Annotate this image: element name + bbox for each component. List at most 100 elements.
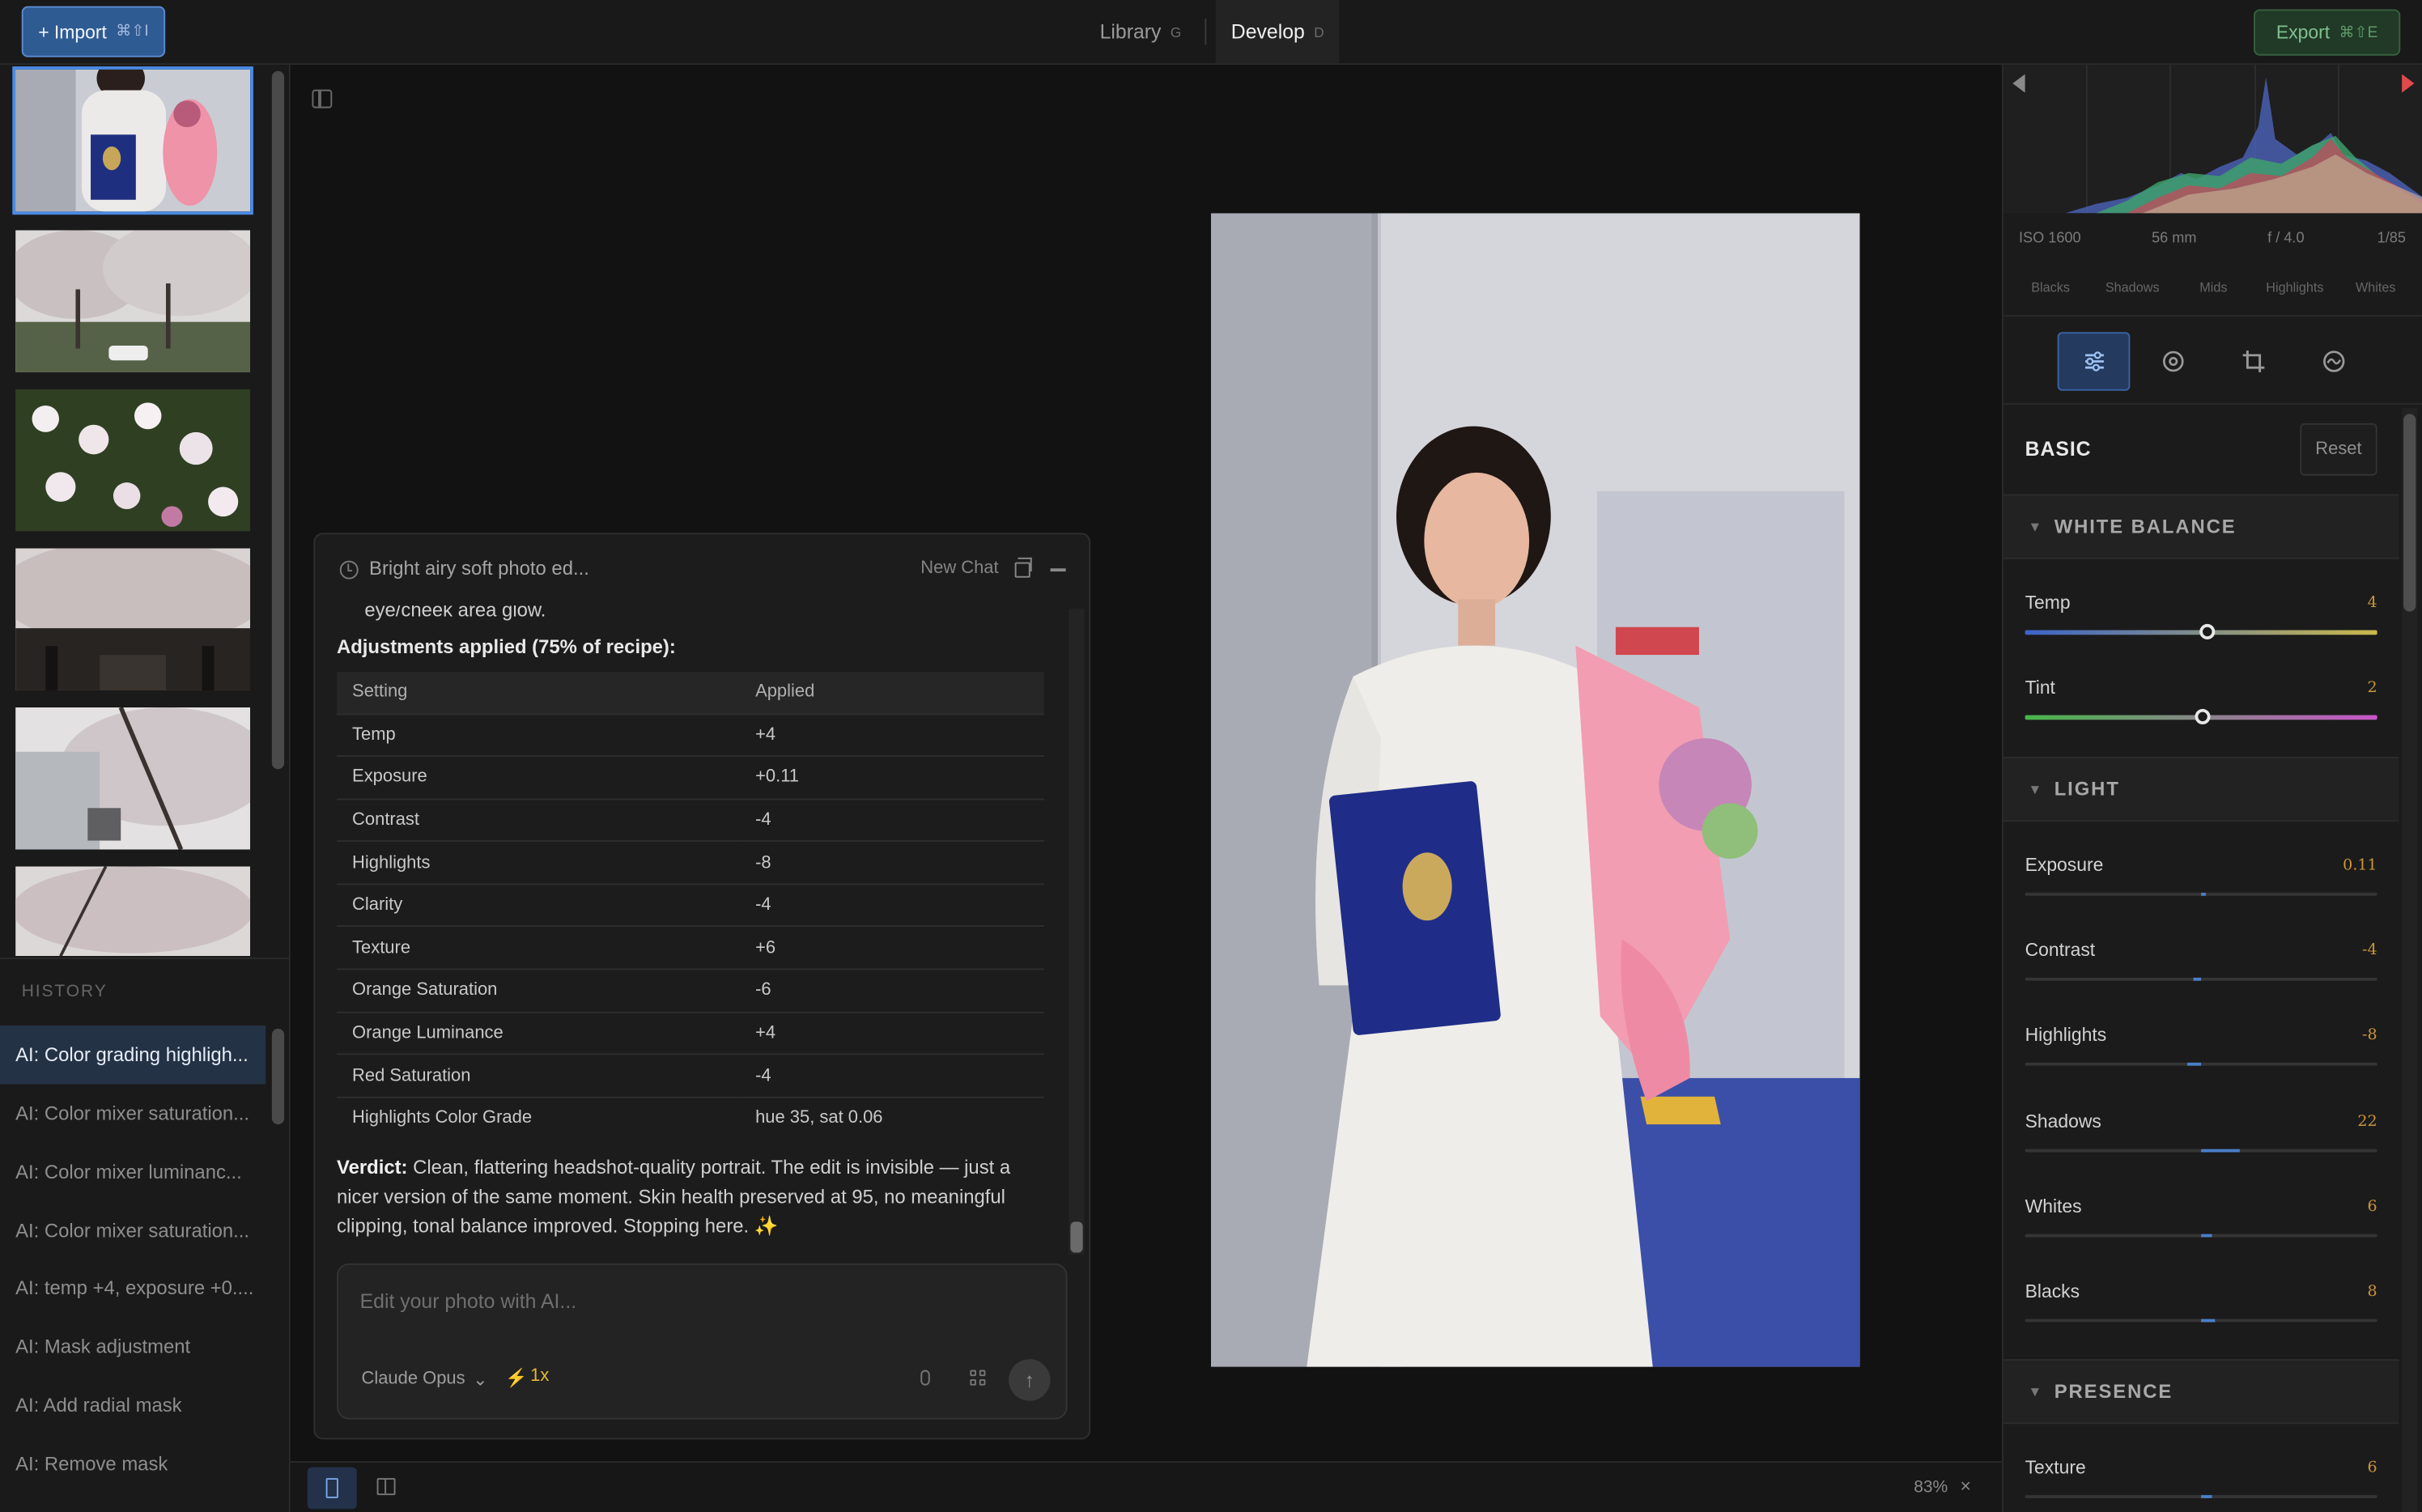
popout-icon[interactable]: [1014, 557, 1032, 578]
crop-tab[interactable]: [2216, 332, 2289, 391]
tint-slider[interactable]: Tint 2: [2025, 677, 2377, 762]
slider-value[interactable]: 22: [2357, 1114, 2377, 1131]
adjustments-scrollbar[interactable]: [2402, 407, 2418, 1512]
presence-section-header[interactable]: ▼ PRESENCE: [2003, 1359, 2399, 1425]
attachment-icon[interactable]: [920, 1370, 930, 1386]
slider-fill: [2201, 1234, 2212, 1238]
texture-slider[interactable]: Texture 6: [2025, 1456, 2377, 1512]
history-clock-icon[interactable]: [339, 560, 359, 580]
sidebar-toggle-icon[interactable]: [312, 89, 333, 108]
minimize-icon[interactable]: [1050, 568, 1066, 571]
slider-handle[interactable]: [2195, 708, 2212, 724]
close-icon[interactable]: ×: [1960, 1475, 1970, 1497]
single-view-button[interactable]: [307, 1467, 357, 1510]
model-selector[interactable]: Claude Opus ⌄: [362, 1369, 488, 1391]
temp-slider[interactable]: Temp 4: [2025, 592, 2377, 677]
history-item[interactable]: AI: Color mixer saturation...: [0, 1202, 266, 1261]
slider-value[interactable]: -8: [2362, 1027, 2377, 1044]
slider-fill: [2201, 1149, 2240, 1153]
history-item[interactable]: AI: temp +4, exposure +0....: [0, 1259, 266, 1318]
export-button[interactable]: Export ⌘⇧E: [2254, 9, 2401, 56]
speed-toggle[interactable]: ⚡ 1x: [505, 1367, 549, 1389]
column-header: Setting: [336, 672, 741, 714]
slider-value[interactable]: -4: [2362, 942, 2377, 959]
filmstrip-thumb[interactable]: [12, 66, 253, 215]
contrast-slider[interactable]: Contrast -4: [2025, 939, 2377, 1024]
tab-develop[interactable]: Develop D: [1215, 0, 1340, 64]
history-item[interactable]: AI: Color grading highligh...: [0, 1026, 266, 1085]
table-row: Highlights Color Grade hue 35, sat 0.06: [336, 1096, 1044, 1140]
slider-label: Highlights: [2025, 1024, 2107, 1046]
slider-value[interactable]: 2: [2367, 680, 2377, 697]
filmstrip-thumb[interactable]: [12, 864, 253, 959]
filmstrip-thumb[interactable]: [12, 386, 253, 534]
tonal-label: Highlights: [2266, 279, 2324, 295]
chat-title[interactable]: Bright airy soft photo ed...: [369, 558, 589, 580]
light-section-header[interactable]: ▼ LIGHT: [2003, 756, 2399, 822]
history-item[interactable]: AI: Color mixer saturation...: [0, 1085, 266, 1144]
tool-tabs: [2003, 315, 2422, 405]
main-photo[interactable]: [1210, 213, 1860, 1367]
tonal-label: Shadows: [2105, 279, 2160, 295]
slider-value[interactable]: 6: [2367, 1199, 2377, 1216]
adjustments-scroll-thumb[interactable]: [2403, 414, 2416, 612]
chat-input[interactable]: [359, 1289, 1025, 1313]
white-balance-section-header[interactable]: ▼ WHITE BALANCE: [2003, 494, 2399, 559]
message-text: eye/cheek area glow.: [364, 605, 546, 622]
history-item[interactable]: AI: Add radial mask: [0, 1376, 266, 1435]
applied-cell: -8: [740, 840, 1044, 885]
exif-info: ISO 1600 56 mm f / 4.0 1/85: [2003, 230, 2422, 252]
whites-slider[interactable]: Whites 6: [2025, 1196, 2377, 1281]
slider-handle[interactable]: [2199, 623, 2215, 639]
slider-fill: [2201, 1319, 2216, 1323]
verdict-label: Verdict:: [336, 1157, 408, 1179]
adjustments-heading: Adjustments applied (75% of recipe):: [336, 636, 676, 658]
setting-cell: Contrast: [336, 797, 741, 842]
app-window: + Import ⌘⇧I Library G Develop D Export …: [0, 0, 2422, 1512]
shadows-slider[interactable]: Shadows 22: [2025, 1111, 2377, 1196]
slider-value[interactable]: 0.11: [2343, 857, 2377, 874]
blacks-slider[interactable]: Blacks 8: [2025, 1281, 2377, 1365]
filmstrip-thumb[interactable]: [12, 704, 253, 852]
lightning-icon: ⚡: [504, 1370, 528, 1389]
slider-value[interactable]: 8: [2367, 1284, 2377, 1301]
filmstrip-thumb[interactable]: [12, 546, 253, 694]
compare-view-button[interactable]: [376, 1478, 396, 1496]
reset-button[interactable]: Reset: [2300, 423, 2377, 476]
tonal-label: Mids: [2199, 279, 2228, 295]
table-row: Contrast -4: [336, 797, 1044, 842]
new-chat-button[interactable]: New Chat: [920, 559, 998, 578]
setting-cell: Texture: [336, 925, 741, 970]
zoom-level[interactable]: 83%: [1914, 1478, 1948, 1497]
setting-cell: Clarity: [336, 883, 741, 927]
filmstrip-scrollbar[interactable]: [271, 70, 285, 770]
import-button[interactable]: + Import ⌘⇧I: [21, 6, 166, 57]
send-button[interactable]: ↑: [1009, 1359, 1051, 1401]
slider-value[interactable]: 6: [2367, 1459, 2377, 1476]
presets-grid-icon[interactable]: [970, 1370, 987, 1387]
exposure-slider[interactable]: Exposure 0.11: [2025, 854, 2377, 939]
slider-track[interactable]: [2025, 1062, 2377, 1066]
adjust-sliders-tab[interactable]: [2057, 332, 2131, 391]
history-scrollbar[interactable]: [271, 1028, 285, 1125]
chevron-down-icon: ▼: [2028, 1383, 2042, 1399]
applied-cell: +0.11: [740, 755, 1044, 799]
filmstrip-thumb[interactable]: [12, 227, 253, 375]
mask-tab[interactable]: [2136, 332, 2209, 391]
chat-scrollbar[interactable]: [1069, 608, 1085, 1255]
curves-tab[interactable]: [2297, 332, 2369, 391]
sliders-icon: [2084, 351, 2103, 372]
tab-library[interactable]: Library G: [1085, 0, 1197, 63]
section-label: PRESENCE: [2054, 1380, 2173, 1403]
applied-cell: +4: [740, 712, 1044, 757]
history-item[interactable]: AI: Remove mask: [0, 1435, 266, 1494]
history-item[interactable]: AI: Mask adjustment: [0, 1318, 266, 1377]
highlights-slider[interactable]: Highlights -8: [2025, 1024, 2377, 1109]
crop-icon: [2241, 350, 2264, 372]
chat-scroll-thumb[interactable]: [1070, 1221, 1083, 1253]
history-title: HISTORY: [21, 982, 108, 1001]
shadow-clip-icon: [2012, 74, 2025, 93]
slider-value[interactable]: 4: [2367, 595, 2377, 612]
history-item[interactable]: AI: Color mixer luminanc...: [0, 1143, 266, 1202]
slider-track[interactable]: [2025, 977, 2377, 981]
